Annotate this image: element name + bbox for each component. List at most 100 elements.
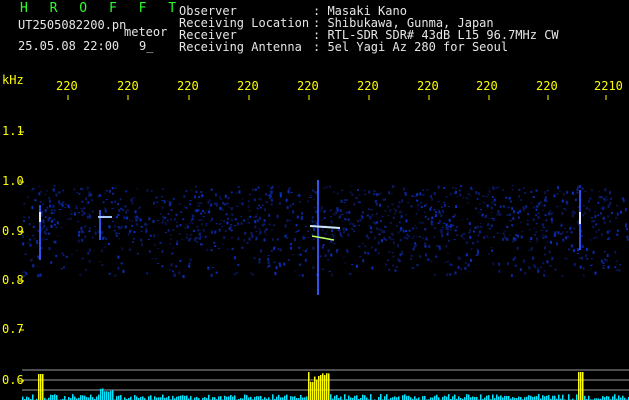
noise-pixel	[32, 264, 35, 268]
noise-pixel	[446, 273, 449, 277]
noise-pixel	[378, 233, 381, 236]
noise-pixel	[45, 232, 48, 235]
noise-pixel	[345, 228, 348, 231]
noise-pixel	[89, 227, 92, 229]
noise-pixel	[344, 218, 347, 221]
noise-pixel	[469, 195, 472, 197]
noise-pixel	[170, 209, 173, 211]
noise-pixel	[255, 238, 258, 241]
noise-pixel	[288, 187, 291, 191]
noise-pixel	[559, 205, 561, 207]
activity-bar	[246, 395, 248, 400]
noise-pixel	[108, 189, 111, 193]
activity-bar	[472, 396, 474, 400]
noise-pixel	[553, 233, 556, 237]
noise-pixel	[567, 236, 570, 238]
noise-pixel	[270, 202, 273, 206]
noise-pixel	[101, 264, 104, 266]
noise-pixel	[412, 235, 415, 237]
noise-pixel	[549, 265, 552, 267]
noise-pixel	[418, 236, 421, 238]
noise-pixel	[498, 269, 501, 273]
noise-pixel	[365, 234, 368, 238]
activity-bar	[402, 395, 404, 400]
noise-pixel	[156, 201, 158, 203]
noise-pixel	[541, 234, 544, 236]
noise-pixel	[264, 230, 266, 233]
activity-bar	[258, 396, 260, 400]
noise-pixel	[384, 225, 387, 228]
noise-pixel	[279, 192, 282, 196]
noise-pixel	[287, 190, 290, 194]
noise-pixel	[558, 190, 561, 192]
noise-pixel	[173, 218, 176, 221]
noise-pixel	[444, 262, 446, 263]
noise-pixel	[199, 219, 202, 221]
noise-pixel	[228, 227, 231, 230]
noise-pixel	[24, 253, 27, 255]
noise-pixel	[368, 225, 371, 227]
noise-pixel	[416, 199, 419, 202]
noise-pixel	[544, 196, 547, 200]
noise-pixel	[78, 233, 80, 237]
activity-bar	[136, 396, 138, 400]
noise-pixel	[400, 210, 403, 214]
noise-pixel	[227, 217, 229, 220]
noise-pixel	[600, 259, 603, 263]
noise-pixel	[290, 243, 293, 246]
noise-pixel	[247, 218, 250, 220]
noise-pixel	[394, 212, 397, 215]
noise-pixel	[338, 216, 341, 219]
noise-pixel	[225, 213, 228, 216]
noise-pixel	[286, 237, 289, 239]
noise-pixel	[490, 206, 493, 210]
noise-pixel	[258, 234, 261, 236]
noise-pixel	[359, 218, 362, 222]
noise-pixel	[618, 269, 621, 272]
noise-pixel	[240, 215, 243, 217]
noise-pixel	[424, 215, 427, 218]
activity-bar	[134, 395, 136, 400]
noise-pixel	[523, 260, 526, 263]
noise-pixel	[468, 271, 471, 273]
noise-pixel	[58, 200, 61, 204]
noise-pixel	[375, 202, 378, 206]
noise-pixel	[431, 224, 434, 226]
noise-pixel	[61, 204, 64, 207]
activity-bar	[452, 396, 454, 400]
noise-pixel	[493, 236, 495, 238]
noise-pixel	[31, 189, 34, 191]
y-tick-label: 1.1	[2, 124, 24, 138]
activity-bar	[120, 395, 122, 400]
noise-pixel	[563, 192, 565, 196]
noise-pixel	[555, 206, 558, 208]
noise-pixel	[468, 231, 471, 234]
noise-pixel	[88, 194, 91, 197]
noise-pixel	[441, 206, 443, 208]
noise-pixel	[52, 204, 55, 208]
noise-pixel	[477, 192, 480, 196]
noise-pixel	[265, 193, 268, 196]
noise-pixel	[128, 220, 131, 222]
noise-pixel	[355, 197, 358, 199]
noise-pixel	[480, 225, 483, 228]
noise-pixel	[616, 212, 619, 216]
noise-pixel	[194, 237, 197, 240]
noise-pixel	[60, 227, 63, 229]
noise-pixel	[443, 203, 446, 207]
noise-pixel	[467, 202, 470, 204]
noise-pixel	[178, 203, 181, 205]
noise-pixel	[397, 205, 400, 208]
noise-pixel	[492, 217, 495, 221]
activity-bar	[380, 394, 382, 400]
noise-pixel	[87, 201, 90, 205]
noise-pixel	[343, 231, 346, 234]
noise-pixel	[81, 200, 84, 203]
noise-pixel	[443, 201, 446, 203]
noise-pixel	[92, 210, 94, 213]
noise-pixel	[52, 188, 55, 192]
noise-pixel	[254, 220, 257, 224]
noise-pixel	[406, 234, 409, 237]
noise-pixel	[296, 195, 299, 197]
noise-pixel	[258, 258, 261, 261]
